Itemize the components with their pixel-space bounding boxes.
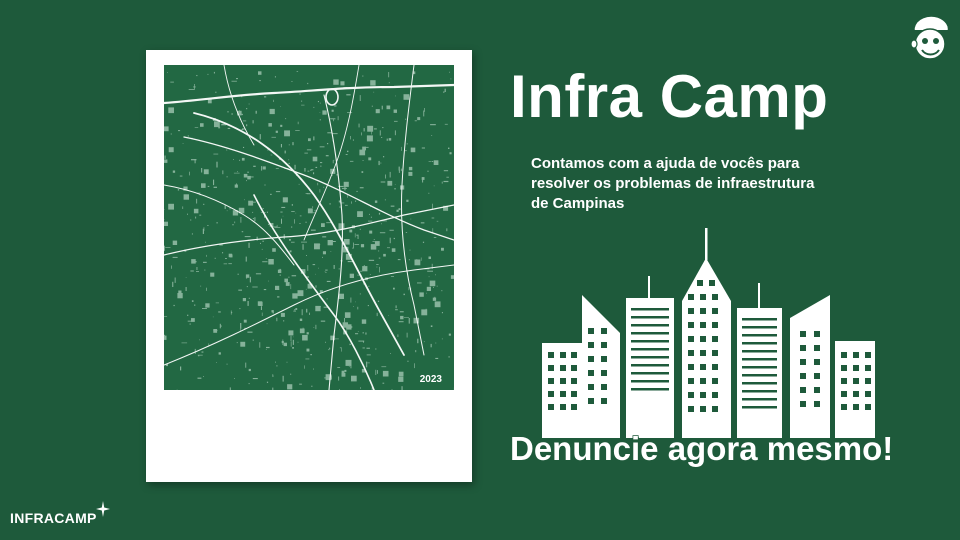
map-poster: 2023 <box>146 50 472 482</box>
city-skyline-icon <box>538 228 878 443</box>
page-title: Infra Camp <box>510 63 829 130</box>
poster-year: 2023 <box>419 374 442 385</box>
street-map-graphic <box>164 65 454 390</box>
city-map: 2023 <box>164 65 454 390</box>
subtitle-text: Contamos com a ajuda de vocês para resol… <box>531 155 815 212</box>
slide: 2023 Infra Camp Contamos com a ajuda de … <box>0 0 960 540</box>
brand-logo: INFRACAMP <box>10 501 110 526</box>
cta-text: Denuncie agora mesmo! <box>509 429 894 468</box>
sparkle-icon <box>95 501 110 522</box>
logo-text: INFRACAMP <box>10 510 97 526</box>
mascot-face-icon <box>908 14 952 67</box>
